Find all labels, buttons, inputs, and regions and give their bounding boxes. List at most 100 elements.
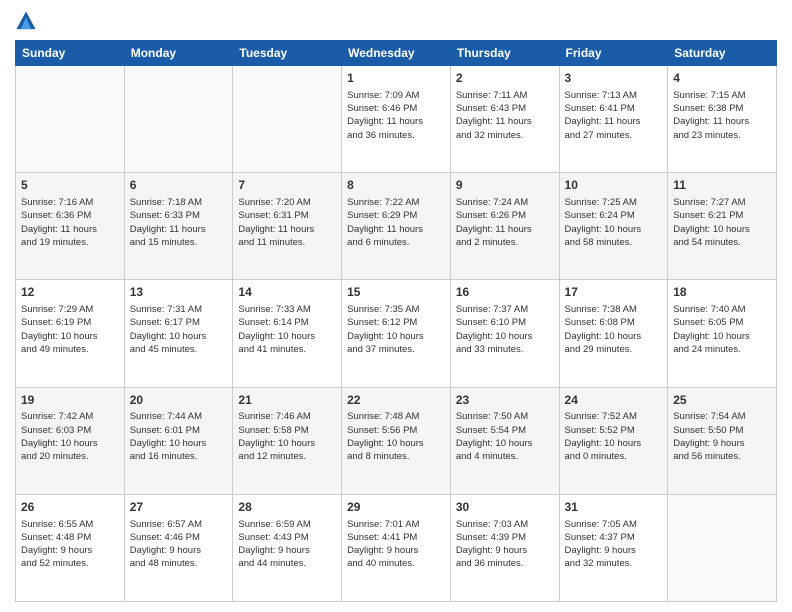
day-info-line: Sunrise: 7:03 AM xyxy=(456,518,554,531)
day-info-line: Sunrise: 7:05 AM xyxy=(565,518,663,531)
day-info-line: and 15 minutes. xyxy=(130,236,228,249)
day-number: 23 xyxy=(456,392,554,409)
calendar-cell: 9Sunrise: 7:24 AMSunset: 6:26 PMDaylight… xyxy=(450,173,559,280)
col-header-wednesday: Wednesday xyxy=(342,41,451,66)
day-info-line: Daylight: 9 hours xyxy=(565,544,663,557)
day-info-line: and 0 minutes. xyxy=(565,450,663,463)
calendar-cell: 26Sunrise: 6:55 AMSunset: 4:48 PMDayligh… xyxy=(16,494,125,601)
day-info-line: Sunset: 6:05 PM xyxy=(673,316,771,329)
logo xyxy=(15,10,41,32)
day-number: 5 xyxy=(21,177,119,194)
day-info-line: Sunset: 6:03 PM xyxy=(21,424,119,437)
day-number: 6 xyxy=(130,177,228,194)
calendar-cell: 12Sunrise: 7:29 AMSunset: 6:19 PMDayligh… xyxy=(16,280,125,387)
calendar-cell: 24Sunrise: 7:52 AMSunset: 5:52 PMDayligh… xyxy=(559,387,668,494)
col-header-friday: Friday xyxy=(559,41,668,66)
day-info-line: Sunrise: 7:20 AM xyxy=(238,196,336,209)
day-info-line: Daylight: 10 hours xyxy=(456,330,554,343)
day-info-line: Sunset: 4:46 PM xyxy=(130,531,228,544)
day-info-line: Daylight: 10 hours xyxy=(130,330,228,343)
day-info-line: Daylight: 9 hours xyxy=(238,544,336,557)
day-info-line: Sunrise: 7:15 AM xyxy=(673,89,771,102)
calendar-cell xyxy=(233,66,342,173)
day-info-line: and 11 minutes. xyxy=(238,236,336,249)
day-info-line: Daylight: 10 hours xyxy=(565,437,663,450)
day-info-line: Sunset: 6:17 PM xyxy=(130,316,228,329)
day-info-line: and 12 minutes. xyxy=(238,450,336,463)
day-info-line: and 40 minutes. xyxy=(347,557,445,570)
day-info-line: and 41 minutes. xyxy=(238,343,336,356)
day-info-line: Sunrise: 7:50 AM xyxy=(456,410,554,423)
week-row-1: 5Sunrise: 7:16 AMSunset: 6:36 PMDaylight… xyxy=(16,173,777,280)
day-info-line: and 37 minutes. xyxy=(347,343,445,356)
day-info-line: and 45 minutes. xyxy=(130,343,228,356)
day-info-line: Sunrise: 7:13 AM xyxy=(565,89,663,102)
day-number: 21 xyxy=(238,392,336,409)
day-number: 1 xyxy=(347,70,445,87)
day-info-line: and 49 minutes. xyxy=(21,343,119,356)
calendar-cell: 10Sunrise: 7:25 AMSunset: 6:24 PMDayligh… xyxy=(559,173,668,280)
day-info-line: and 6 minutes. xyxy=(347,236,445,249)
day-info-line: Daylight: 9 hours xyxy=(456,544,554,557)
day-info-line: Sunset: 6:24 PM xyxy=(565,209,663,222)
day-info-line: Sunset: 6:21 PM xyxy=(673,209,771,222)
day-info-line: and 58 minutes. xyxy=(565,236,663,249)
calendar-cell: 4Sunrise: 7:15 AMSunset: 6:38 PMDaylight… xyxy=(668,66,777,173)
day-info-line: Sunset: 4:39 PM xyxy=(456,531,554,544)
calendar-cell: 20Sunrise: 7:44 AMSunset: 6:01 PMDayligh… xyxy=(124,387,233,494)
day-info-line: Sunset: 6:01 PM xyxy=(130,424,228,437)
day-info-line: Sunset: 6:12 PM xyxy=(347,316,445,329)
calendar-cell: 7Sunrise: 7:20 AMSunset: 6:31 PMDaylight… xyxy=(233,173,342,280)
day-info-line: Daylight: 11 hours xyxy=(238,223,336,236)
calendar-cell: 19Sunrise: 7:42 AMSunset: 6:03 PMDayligh… xyxy=(16,387,125,494)
day-info-line: Sunrise: 7:35 AM xyxy=(347,303,445,316)
page: SundayMondayTuesdayWednesdayThursdayFrid… xyxy=(0,0,792,612)
day-number: 18 xyxy=(673,284,771,301)
day-info-line: Daylight: 10 hours xyxy=(21,437,119,450)
day-info-line: Sunrise: 7:52 AM xyxy=(565,410,663,423)
day-info-line: and 36 minutes. xyxy=(347,129,445,142)
calendar-cell: 16Sunrise: 7:37 AMSunset: 6:10 PMDayligh… xyxy=(450,280,559,387)
calendar-cell: 1Sunrise: 7:09 AMSunset: 6:46 PMDaylight… xyxy=(342,66,451,173)
day-info-line: Sunset: 4:37 PM xyxy=(565,531,663,544)
day-number: 8 xyxy=(347,177,445,194)
week-row-2: 12Sunrise: 7:29 AMSunset: 6:19 PMDayligh… xyxy=(16,280,777,387)
calendar-table: SundayMondayTuesdayWednesdayThursdayFrid… xyxy=(15,40,777,602)
day-info-line: Daylight: 11 hours xyxy=(347,223,445,236)
day-info-line: Sunrise: 7:27 AM xyxy=(673,196,771,209)
day-info-line: Daylight: 11 hours xyxy=(130,223,228,236)
day-info-line: Sunrise: 7:48 AM xyxy=(347,410,445,423)
day-info-line: Daylight: 10 hours xyxy=(673,330,771,343)
day-number: 27 xyxy=(130,499,228,516)
day-info-line: Daylight: 10 hours xyxy=(130,437,228,450)
day-info-line: Sunset: 6:31 PM xyxy=(238,209,336,222)
calendar-cell: 11Sunrise: 7:27 AMSunset: 6:21 PMDayligh… xyxy=(668,173,777,280)
day-info-line: Sunset: 6:38 PM xyxy=(673,102,771,115)
day-info-line: and 33 minutes. xyxy=(456,343,554,356)
day-number: 16 xyxy=(456,284,554,301)
day-info-line: Sunrise: 7:46 AM xyxy=(238,410,336,423)
day-info-line: Daylight: 10 hours xyxy=(238,330,336,343)
day-info-line: Daylight: 11 hours xyxy=(456,115,554,128)
day-number: 11 xyxy=(673,177,771,194)
col-header-monday: Monday xyxy=(124,41,233,66)
col-header-tuesday: Tuesday xyxy=(233,41,342,66)
day-info-line: Sunset: 5:56 PM xyxy=(347,424,445,437)
day-number: 30 xyxy=(456,499,554,516)
day-info-line: and 8 minutes. xyxy=(347,450,445,463)
day-info-line: Sunrise: 7:54 AM xyxy=(673,410,771,423)
calendar-cell: 14Sunrise: 7:33 AMSunset: 6:14 PMDayligh… xyxy=(233,280,342,387)
calendar-cell: 22Sunrise: 7:48 AMSunset: 5:56 PMDayligh… xyxy=(342,387,451,494)
day-info-line: Daylight: 9 hours xyxy=(130,544,228,557)
day-number: 14 xyxy=(238,284,336,301)
day-info-line: Sunset: 6:33 PM xyxy=(130,209,228,222)
calendar-cell: 17Sunrise: 7:38 AMSunset: 6:08 PMDayligh… xyxy=(559,280,668,387)
col-header-thursday: Thursday xyxy=(450,41,559,66)
day-info-line: and 4 minutes. xyxy=(456,450,554,463)
day-info-line: Sunset: 4:41 PM xyxy=(347,531,445,544)
day-info-line: Sunset: 6:43 PM xyxy=(456,102,554,115)
day-number: 25 xyxy=(673,392,771,409)
day-info-line: Daylight: 10 hours xyxy=(238,437,336,450)
calendar-cell: 23Sunrise: 7:50 AMSunset: 5:54 PMDayligh… xyxy=(450,387,559,494)
header xyxy=(15,10,777,32)
